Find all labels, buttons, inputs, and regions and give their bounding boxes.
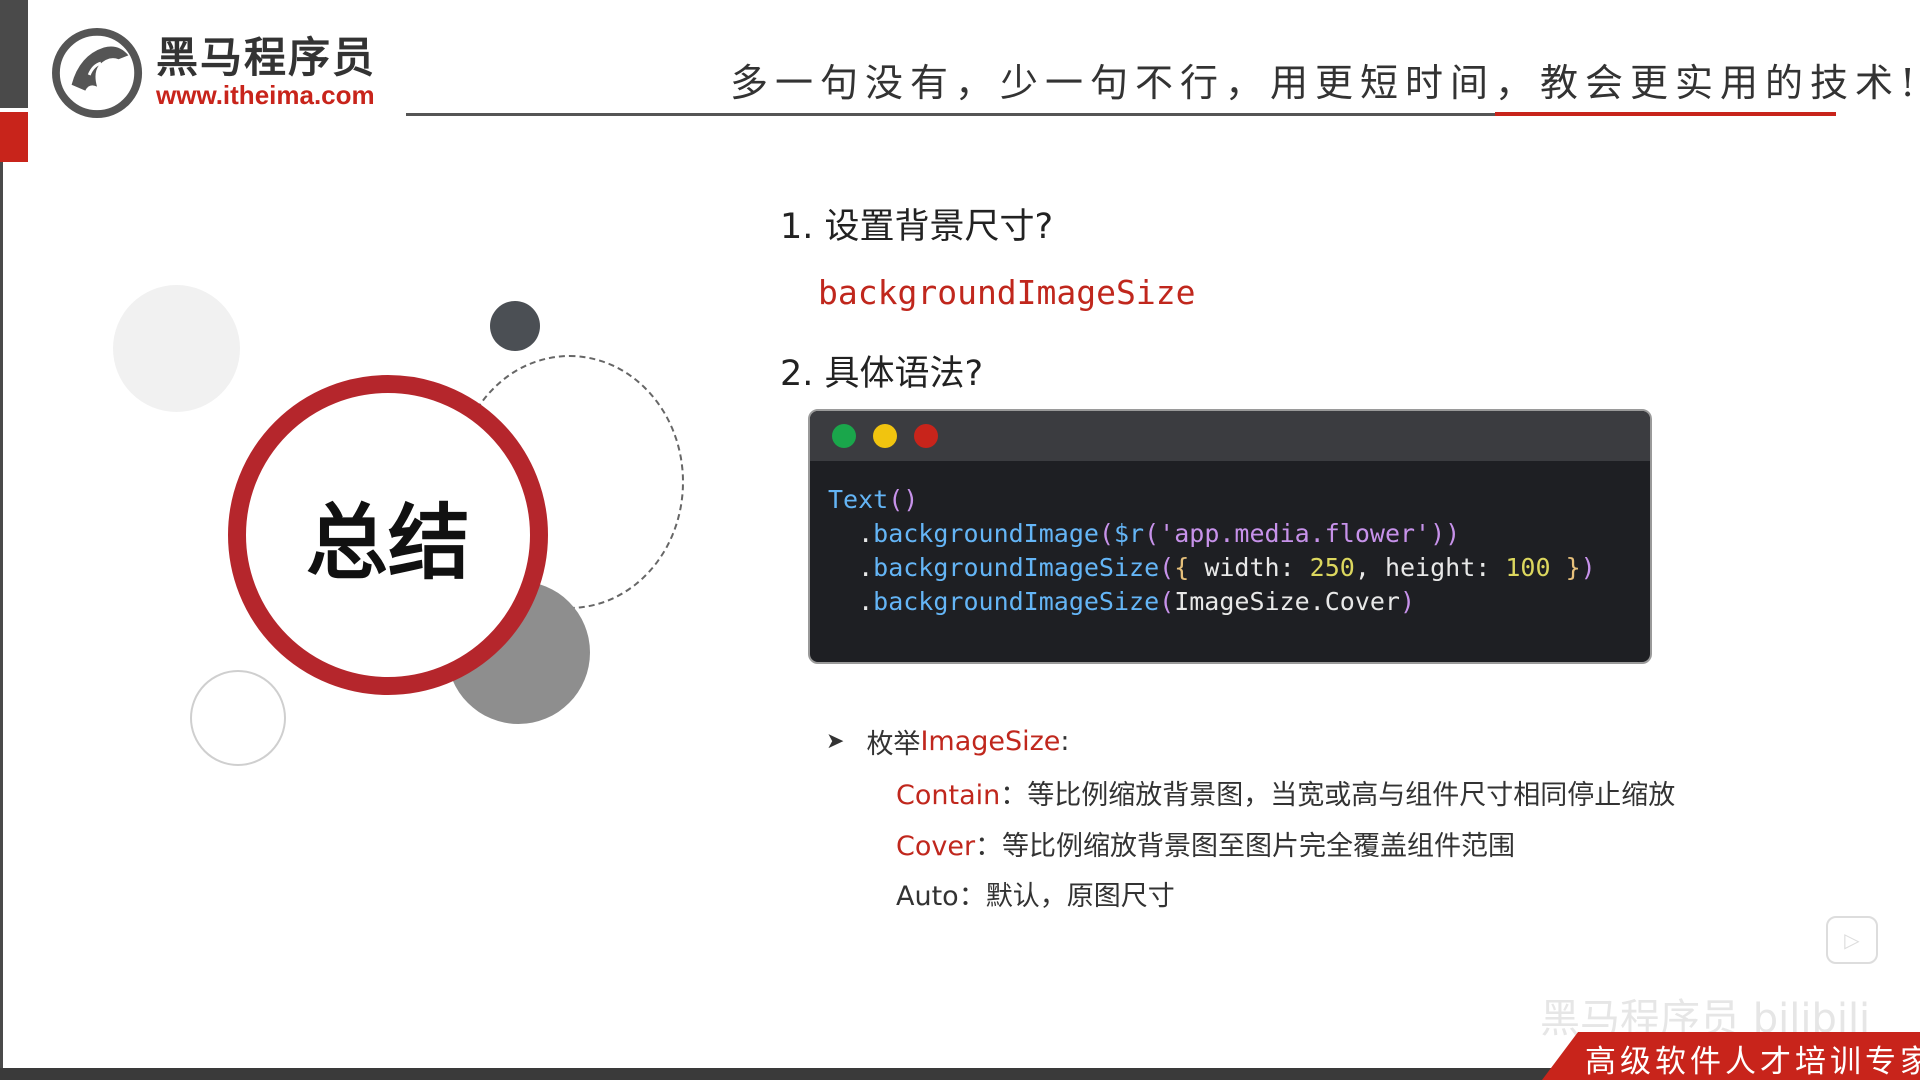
enum-suffix: :	[1060, 726, 1070, 757]
left-edge-red-bar	[0, 112, 28, 162]
decor-circle-hollow	[190, 670, 286, 766]
footer-banner-text: 高级软件人才培训专家	[1585, 1044, 1920, 1080]
enum-name: ImageSize	[920, 726, 1061, 757]
left-edge-line	[0, 162, 3, 1080]
enum-prefix: 枚举	[866, 729, 921, 760]
enum-item-auto: Auto：默认，原图尺寸	[896, 881, 1175, 912]
play-icon[interactable]: ▷	[1826, 916, 1878, 964]
enum-heading: ➤ 枚举 ImageSize :	[826, 722, 1070, 761]
brand-logo: 黑马程序员 www.itheima.com	[50, 26, 376, 118]
summary-circle: 总结	[228, 375, 548, 695]
left-edge-dark-bar	[0, 0, 28, 108]
question-2: 2. 具体语法?	[780, 354, 984, 394]
slogan: 多一句没有，少一句不行，用更短时间，教会更实用的技术!	[730, 61, 1920, 105]
window-dot-yellow-icon	[873, 424, 897, 448]
code-window-titlebar	[810, 411, 1650, 461]
code-window: Text() .backgroundImage($r('app.media.fl…	[808, 409, 1652, 664]
enum-item-cover: Cover：等比例缩放背景图至图片完全覆盖组件范围	[896, 831, 1516, 862]
horse-logo-icon	[52, 27, 143, 118]
answer-1: backgroundImageSize	[818, 273, 1196, 312]
code-block: Text() .backgroundImage($r('app.media.fl…	[810, 461, 1650, 619]
window-dot-red-icon	[914, 424, 938, 448]
bullet-arrow-icon: ➤	[826, 729, 845, 754]
enum-item-contain: Contain：等比例缩放背景图，当宽或高与组件尺寸相同停止缩放	[896, 780, 1676, 811]
decor-circle-light	[113, 285, 240, 412]
decor-circle-dark	[490, 301, 540, 351]
code-line-3: .backgroundImageSize({ width: 250, heigh…	[828, 553, 1596, 582]
code-line-4: .backgroundImageSize(ImageSize.Cover)	[828, 587, 1416, 616]
code-line-2: .backgroundImage($r('app.media.flower'))	[828, 519, 1461, 548]
summary-title: 总结	[305, 495, 470, 591]
question-1: 1. 设置背景尺寸?	[780, 207, 1054, 247]
brand-url: www.itheima.com	[156, 80, 375, 110]
window-dot-green-icon	[832, 424, 856, 448]
brand-name: 黑马程序员	[156, 33, 377, 82]
code-line-1: Text()	[828, 485, 919, 514]
header-divider-accent	[1495, 112, 1836, 116]
